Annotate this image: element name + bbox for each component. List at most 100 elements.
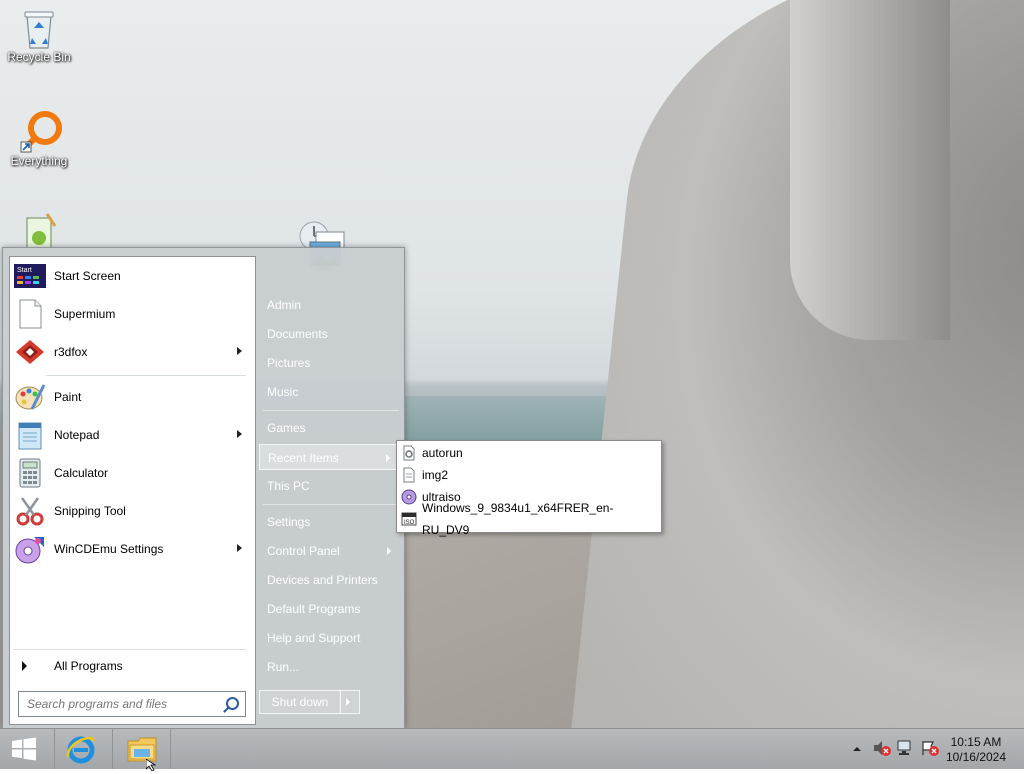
all-programs-button[interactable]: All Programs (14, 654, 250, 678)
recent-item-autorun[interactable]: autorun (401, 442, 657, 464)
svg-text:Start: Start (17, 267, 32, 274)
recent-item-windows-iso[interactable]: ISO Windows_9_9834u1_x64FRER_en-RU_DV9 (401, 501, 657, 537)
internet-explorer-icon (66, 736, 96, 764)
iso-file-icon: ISO (401, 511, 417, 527)
right-item-recent-items[interactable]: Recent Items (259, 444, 399, 470)
show-hidden-icons-button[interactable] (852, 743, 862, 753)
recent-item-label: img2 (422, 468, 449, 482)
right-item-label: Documents (267, 327, 328, 341)
program-paint[interactable]: Paint (14, 380, 250, 414)
program-label: WinCDEmu Settings (54, 542, 164, 556)
right-item-label: This PC (267, 479, 310, 493)
text-file-icon (401, 467, 417, 483)
tray-clock[interactable]: 10:15 AM 10/16/2024 (946, 735, 1006, 765)
program-label: Notepad (54, 428, 100, 442)
right-item-label: Devices and Printers (267, 573, 378, 587)
snipping-tool-icon (14, 495, 46, 527)
r3dfox-icon (14, 336, 46, 368)
separator (46, 375, 246, 376)
submenu-arrow-icon (237, 430, 242, 438)
shutdown-button[interactable]: Shut down (259, 690, 341, 714)
program-calculator[interactable]: Calculator (14, 456, 250, 490)
program-supermium[interactable]: Supermium (14, 297, 250, 331)
program-label: r3dfox (54, 345, 88, 359)
clock-time: 10:15 AM (950, 735, 1002, 749)
taskbar-divider (170, 729, 171, 769)
right-item-settings[interactable]: Settings (259, 509, 399, 535)
submenu-arrow-icon (237, 544, 242, 552)
start-menu-programs-panel: Start Start Screen Supermium r3dfox Pain… (9, 256, 256, 725)
network-icon (897, 740, 911, 755)
search-icon[interactable] (226, 697, 239, 710)
tray-action-center[interactable] (920, 739, 940, 757)
separator (14, 649, 246, 650)
recent-items-submenu: autorun img2 ultraiso ISO Windows_9_9834… (396, 440, 662, 537)
taskbar-internet-explorer[interactable] (64, 733, 98, 765)
taskbar: 10:15 AM 10/16/2024 (0, 728, 1024, 772)
program-notepad[interactable]: Notepad (14, 418, 250, 452)
desktop-icon-recycle-bin[interactable]: Recycle Bin (2, 6, 76, 64)
disc-icon (401, 489, 417, 505)
right-item-music[interactable]: Music (259, 379, 399, 405)
svg-text:ISO: ISO (404, 520, 415, 526)
desktop-icon-notepad-shortcut[interactable] (2, 212, 76, 248)
settings-file-icon (401, 445, 417, 461)
start-search-box[interactable] (18, 691, 246, 717)
notepad-icon (19, 212, 59, 248)
program-wincdemu-settings[interactable]: WinCDEmu Settings (14, 532, 250, 566)
tray-network[interactable] (896, 739, 916, 757)
mouse-cursor-icon (145, 758, 157, 772)
right-item-admin[interactable]: Admin (259, 292, 399, 318)
right-item-help-and-support[interactable]: Help and Support (259, 625, 399, 651)
right-item-devices-and-printers[interactable]: Devices and Printers (259, 567, 399, 593)
wincdemu-icon (14, 533, 46, 565)
taskbar-divider (112, 729, 113, 769)
recent-item-img2[interactable]: img2 (401, 464, 657, 486)
right-item-label: Settings (267, 515, 311, 529)
recent-item-label: Windows_9_9834u1_x64FRER_en-RU_DV9 (422, 501, 614, 537)
shutdown-options-button[interactable] (339, 690, 360, 714)
program-start-screen[interactable]: Start Start Screen (14, 259, 250, 293)
program-snipping-tool[interactable]: Snipping Tool (14, 494, 250, 528)
desktop-icon-everything[interactable]: Everything (2, 110, 76, 168)
right-item-run[interactable]: Run... (259, 654, 399, 680)
recent-item-label: autorun (422, 446, 463, 460)
right-item-pictures[interactable]: Pictures (259, 350, 399, 376)
right-item-label: Default Programs (267, 602, 361, 616)
program-label: Snipping Tool (54, 504, 126, 518)
search-input[interactable] (25, 695, 219, 713)
right-item-label: Run... (267, 660, 300, 674)
right-item-this-pc[interactable]: This PC (259, 473, 399, 499)
program-label: Supermium (54, 307, 116, 321)
right-item-label: Control Panel (267, 544, 340, 558)
notepad-icon (14, 419, 46, 451)
submenu-arrow-icon (386, 454, 390, 462)
everything-search-icon (19, 110, 62, 153)
volume-muted-icon (874, 741, 891, 756)
blank-document-icon (14, 298, 46, 330)
program-label: Start Screen (54, 269, 121, 283)
chevron-up-icon (853, 747, 861, 751)
right-item-control-panel[interactable]: Control Panel (259, 538, 399, 564)
tray-volume[interactable] (872, 739, 892, 757)
paint-icon (14, 381, 46, 413)
separator (263, 410, 399, 411)
program-label: Calculator (54, 466, 109, 480)
wallpaper-sea-wall-lip (790, 0, 950, 340)
calculator-icon (14, 457, 46, 489)
right-item-label: Admin (267, 298, 302, 312)
all-programs-label: All Programs (54, 659, 123, 673)
separator (263, 504, 399, 505)
windows-logo-icon (12, 737, 36, 761)
program-r3dfox[interactable]: r3dfox (14, 335, 250, 369)
start-screen-icon: Start (14, 260, 46, 292)
right-item-documents[interactable]: Documents (259, 321, 399, 347)
program-label: Paint (54, 390, 82, 404)
right-item-default-programs[interactable]: Default Programs (259, 596, 399, 622)
right-item-label: Help and Support (267, 631, 361, 645)
right-item-games[interactable]: Games (259, 415, 399, 441)
start-button[interactable] (10, 737, 38, 761)
right-item-label: Games (267, 421, 306, 435)
desktop-icon-label: Recycle Bin (7, 50, 71, 64)
recycle-bin-icon (19, 6, 59, 49)
